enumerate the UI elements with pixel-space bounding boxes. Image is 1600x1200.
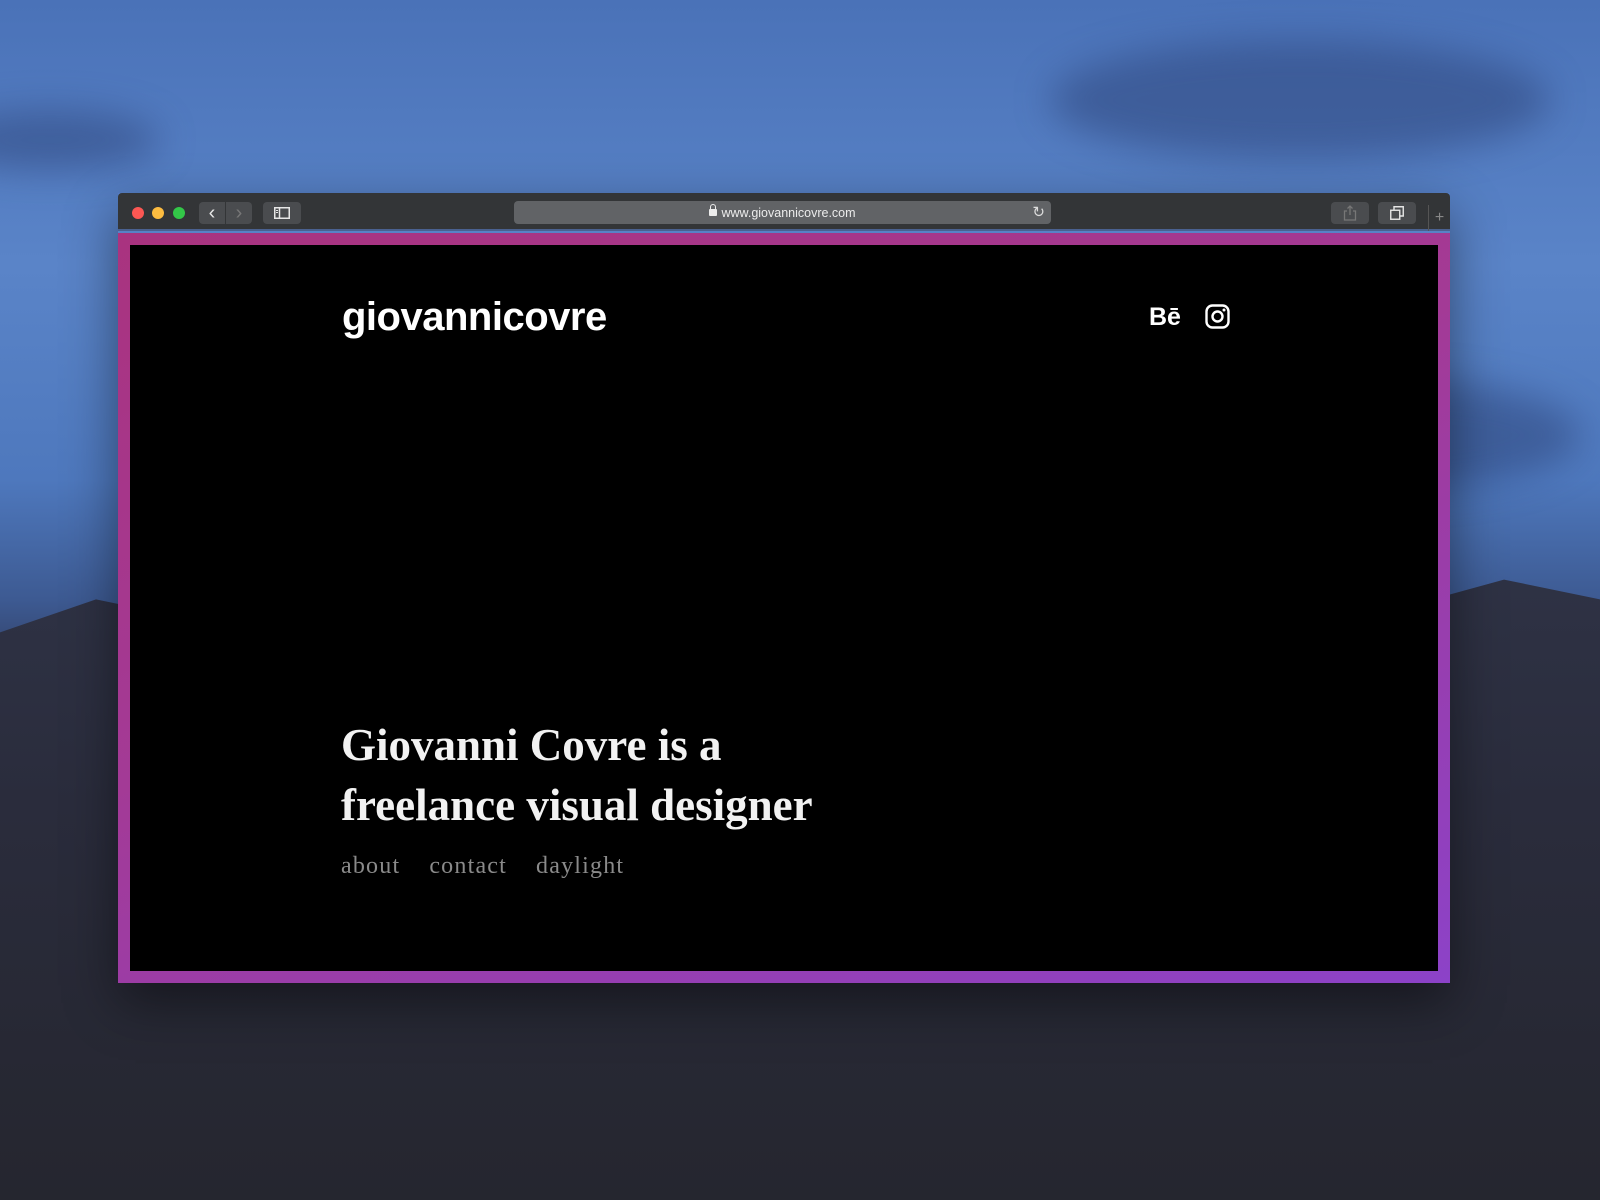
address-bar[interactable]: www.giovannicovre.com ↻: [514, 201, 1051, 224]
tabs-overview-icon: [1390, 206, 1404, 220]
sidebar-toggle-button[interactable]: [263, 202, 301, 224]
tabs-overview-button[interactable]: [1378, 202, 1416, 224]
chevron-right-icon: ›: [235, 202, 243, 224]
new-tab-button[interactable]: +: [1428, 205, 1450, 231]
close-window-icon[interactable]: [132, 207, 144, 219]
zoom-window-icon[interactable]: [173, 207, 185, 219]
site-logo[interactable]: giovannicovre: [342, 295, 607, 340]
share-button[interactable]: [1331, 202, 1369, 224]
lock-icon: [709, 204, 718, 216]
plus-icon: +: [1434, 209, 1445, 226]
forward-button[interactable]: ›: [226, 202, 252, 224]
headline: Giovanni Covre is a freelance visual des…: [341, 715, 813, 835]
reload-icon[interactable]: ↻: [1032, 203, 1045, 221]
browser-window: ‹ › www.giovannicovre.com ↻ + giovannico…: [118, 193, 1450, 983]
share-icon: [1343, 205, 1357, 221]
nav-link-daylight[interactable]: daylight: [536, 853, 624, 880]
nav-link-about[interactable]: about: [341, 853, 400, 880]
cloud: [0, 110, 160, 170]
chevron-left-icon: ‹: [208, 202, 216, 224]
main-nav: about contact daylight: [341, 853, 624, 880]
minimize-window-icon[interactable]: [152, 207, 164, 219]
sidebar-icon: [274, 207, 290, 219]
cloud: [1050, 40, 1550, 160]
behance-icon[interactable]: Bē: [1149, 303, 1181, 332]
headline-line-2: freelance visual designer: [341, 780, 813, 830]
web-page: giovannicovre Bē Giovanni Covre is a fre…: [130, 245, 1438, 971]
back-button[interactable]: ‹: [199, 202, 225, 224]
browser-toolbar: ‹ › www.giovannicovre.com ↻ +: [118, 193, 1450, 231]
nav-link-contact[interactable]: contact: [429, 853, 507, 880]
headline-line-1: Giovanni Covre is a: [341, 720, 722, 770]
gradient-frame: giovannicovre Bē Giovanni Covre is a fre…: [118, 233, 1450, 983]
url-text: www.giovannicovre.com: [721, 205, 856, 220]
instagram-icon[interactable]: [1205, 304, 1230, 329]
